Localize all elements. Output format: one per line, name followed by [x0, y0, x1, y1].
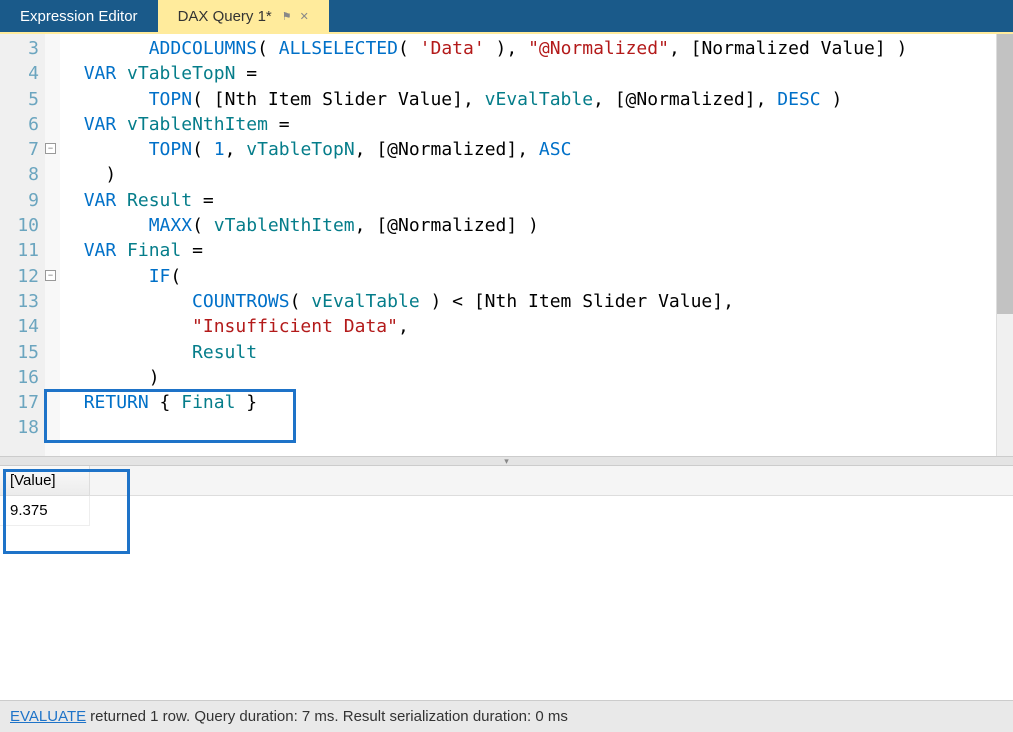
line-number: 8	[0, 162, 45, 187]
code-line[interactable]: IF(	[62, 264, 996, 289]
line-number: 16	[0, 365, 45, 390]
results-column-header[interactable]: [Value]	[0, 466, 90, 495]
line-number: 14	[0, 314, 45, 339]
pin-icon[interactable]: ⚑	[282, 10, 292, 23]
line-number: 12	[0, 264, 45, 289]
line-number: 18	[0, 415, 45, 440]
code-line[interactable]: )	[62, 162, 996, 187]
code-line[interactable]: VAR Result =	[62, 188, 996, 213]
code-line[interactable]: )	[62, 365, 996, 390]
results-data-row: 9.375	[0, 496, 1013, 526]
code-line[interactable]: "Insufficient Data",	[62, 314, 996, 339]
code-line[interactable]: VAR vTableNthItem =	[62, 112, 996, 137]
tab-dax-query[interactable]: DAX Query 1* ⚑ ✕	[158, 0, 329, 32]
status-evaluate-link[interactable]: EVALUATE	[10, 708, 86, 725]
tab-label: DAX Query 1*	[178, 8, 272, 25]
close-icon[interactable]: ✕	[300, 10, 309, 23]
status-text: returned 1 row. Query duration: 7 ms. Re…	[90, 708, 568, 725]
line-number: 15	[0, 340, 45, 365]
code-line[interactable]: ADDCOLUMNS( ALLSELECTED( 'Data' ), "@Nor…	[62, 36, 996, 61]
line-number: 3	[0, 36, 45, 61]
tab-expression-editor[interactable]: Expression Editor	[0, 0, 158, 32]
code-line[interactable]: COUNTROWS( vEvalTable ) < [Nth Item Slid…	[62, 289, 996, 314]
line-number: 13	[0, 289, 45, 314]
code-line[interactable]: Result	[62, 340, 996, 365]
vertical-scrollbar[interactable]	[996, 34, 1013, 456]
code-line[interactable]: RETURN { Final }	[62, 390, 996, 415]
line-number: 4	[0, 61, 45, 86]
code-area[interactable]: ADDCOLUMNS( ALLSELECTED( 'Data' ), "@Nor…	[60, 34, 996, 456]
line-number: 10	[0, 213, 45, 238]
line-number: 11	[0, 238, 45, 263]
line-number: 17	[0, 390, 45, 415]
line-number: 7	[0, 137, 45, 162]
line-number-gutter: 3456789101112131415161718	[0, 34, 45, 456]
code-editor: 3456789101112131415161718 −− ADDCOLUMNS(…	[0, 32, 1013, 456]
code-line[interactable]: TOPN( 1, vTableTopN, [@Normalized], ASC	[62, 137, 996, 162]
code-line[interactable]	[62, 415, 996, 440]
results-header-row: [Value]	[0, 466, 1013, 496]
line-number: 9	[0, 188, 45, 213]
code-line[interactable]: MAXX( vTableNthItem, [@Normalized] )	[62, 213, 996, 238]
code-line[interactable]: VAR vTableTopN =	[62, 61, 996, 86]
status-bar: EVALUATE returned 1 row. Query duration:…	[0, 700, 1013, 732]
fold-gutter: −−	[45, 34, 60, 456]
results-cell-value[interactable]: 9.375	[0, 496, 90, 526]
code-line[interactable]: VAR Final =	[62, 238, 996, 263]
line-number: 6	[0, 112, 45, 137]
results-panel: [Value] 9.375	[0, 466, 1013, 698]
line-number: 5	[0, 87, 45, 112]
code-line[interactable]: TOPN( [Nth Item Slider Value], vEvalTabl…	[62, 87, 996, 112]
tab-bar: Expression Editor DAX Query 1* ⚑ ✕	[0, 0, 1013, 32]
fold-toggle-icon[interactable]: −	[45, 270, 56, 281]
fold-toggle-icon[interactable]: −	[45, 143, 56, 154]
horizontal-splitter[interactable]	[0, 456, 1013, 466]
